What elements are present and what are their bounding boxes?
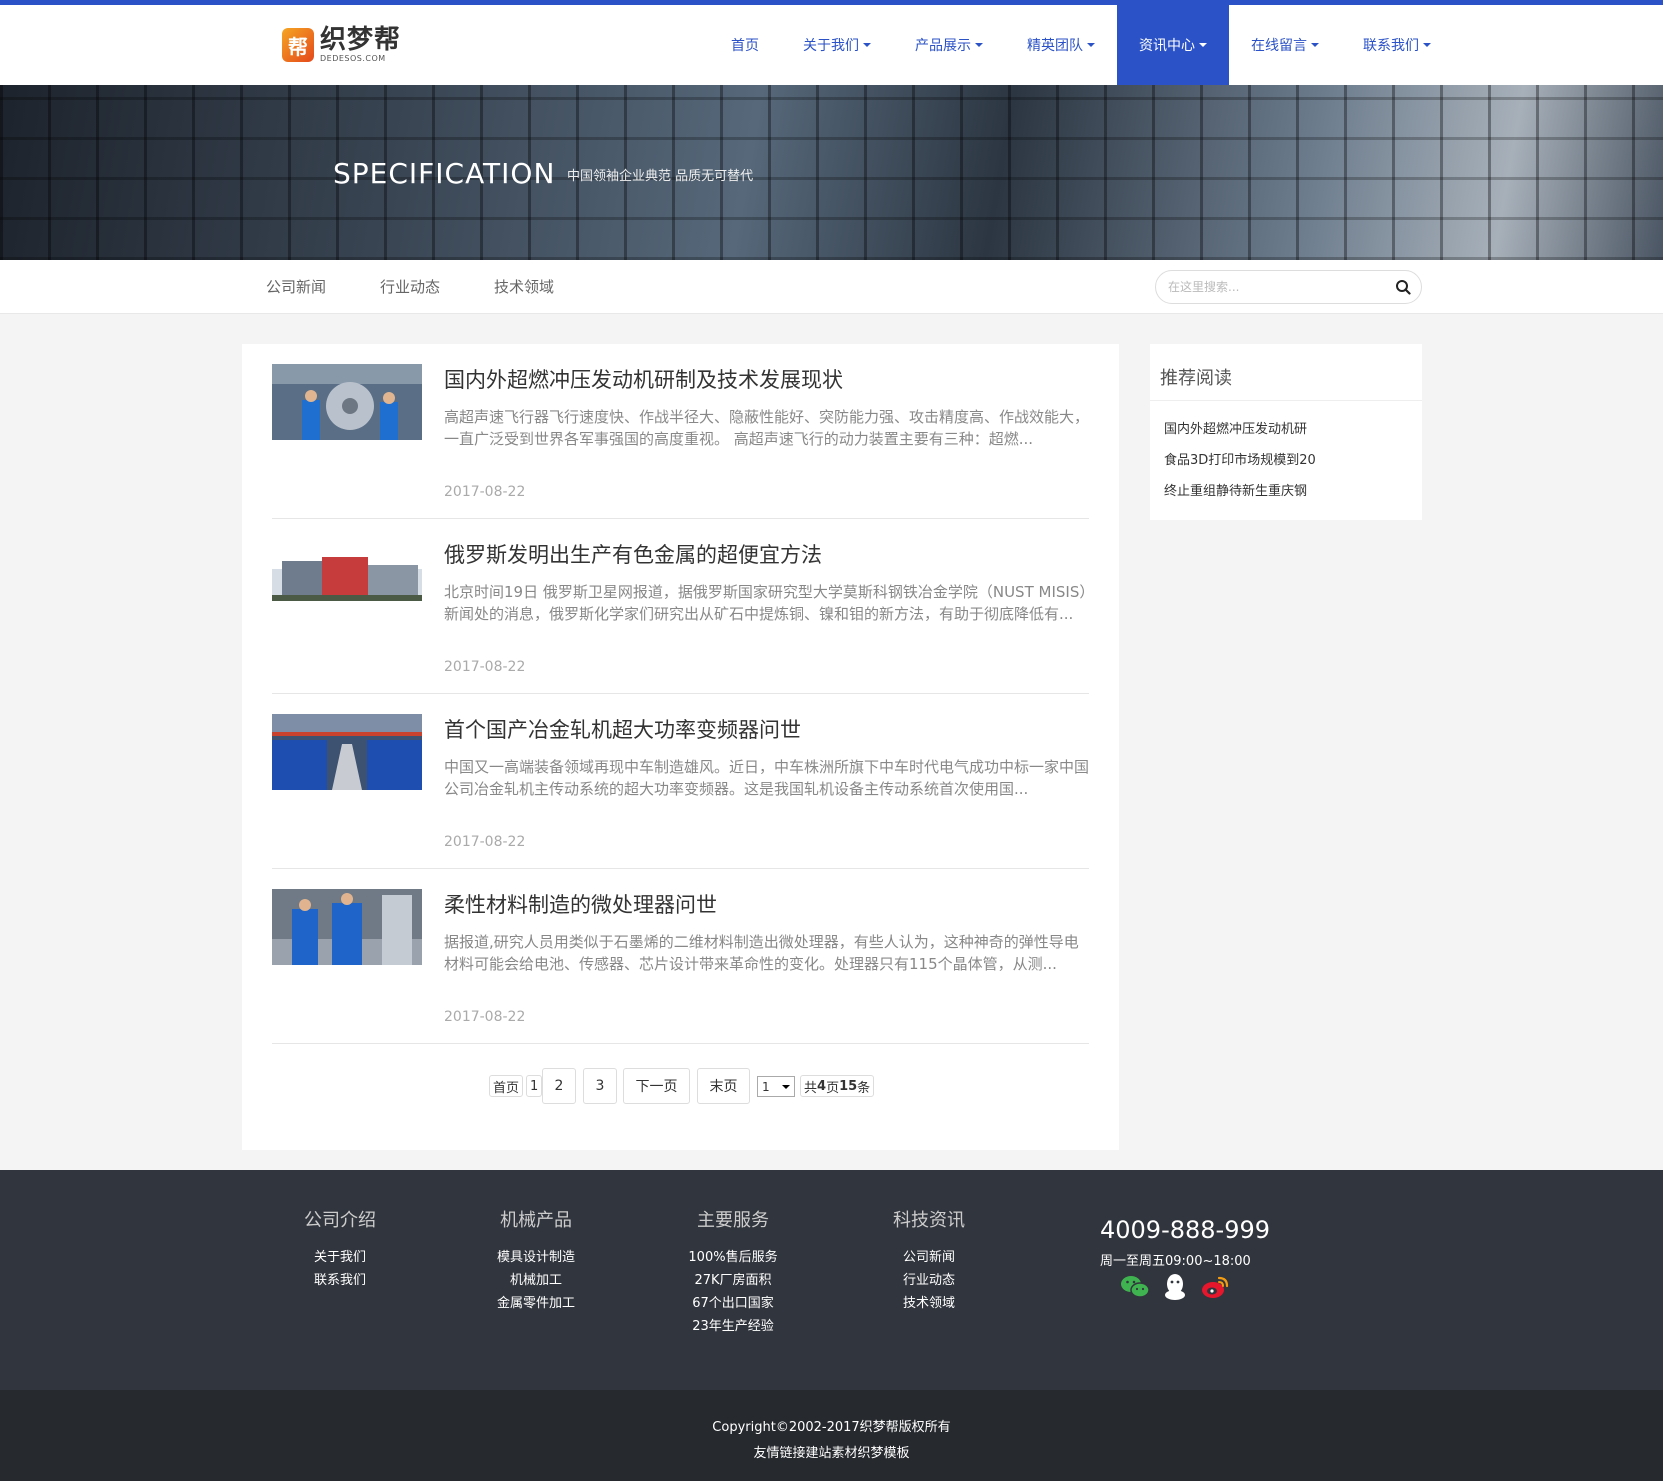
pager-next[interactable]: 下一页 bbox=[623, 1068, 690, 1104]
footer-col-services: 主要服务 100%售后服务 27K厂房面积 67个出口国家 23年生产经验 bbox=[653, 1206, 813, 1338]
pager-page-2[interactable]: 2 bbox=[542, 1068, 576, 1104]
footer-link[interactable]: 100%售后服务 bbox=[653, 1246, 813, 1269]
subnav-tech-field[interactable]: 技术领域 bbox=[494, 276, 554, 297]
sidebar-link[interactable]: 国内外超燃冲压发动机研 bbox=[1164, 418, 1307, 437]
chevron-down-icon bbox=[863, 43, 871, 47]
footer-link[interactable]: 联系我们 bbox=[260, 1269, 420, 1292]
article-title[interactable]: 柔性材料制造的微处理器问世 bbox=[444, 889, 717, 919]
article-title[interactable]: 俄罗斯发明出生产有色金属的超便宜方法 bbox=[444, 539, 822, 569]
logo-mark-icon: 帮 bbox=[282, 28, 314, 62]
chevron-down-icon bbox=[1199, 43, 1207, 47]
weibo-icon[interactable] bbox=[1200, 1272, 1230, 1302]
footer-col-tech-news: 科技资讯 公司新闻 行业动态 技术领域 bbox=[849, 1206, 1009, 1315]
social-links bbox=[1120, 1272, 1230, 1302]
article-date: 2017-08-22 bbox=[444, 484, 526, 500]
category-subnav: 公司新闻 行业动态 技术领域 bbox=[0, 260, 1663, 314]
friend-links: 友情链接建站素材织梦模板 bbox=[0, 1442, 1663, 1461]
chevron-down-icon bbox=[782, 1085, 790, 1089]
footer-link[interactable]: 27K厂房面积 bbox=[653, 1269, 813, 1292]
pager-last[interactable]: 末页 bbox=[697, 1068, 750, 1104]
footer-link[interactable]: 23年生产经验 bbox=[653, 1315, 813, 1338]
friend-link[interactable]: 织梦模板 bbox=[858, 1446, 910, 1461]
nav-news-center[interactable]: 资讯中心 bbox=[1117, 5, 1229, 85]
logo-name: 织梦帮 bbox=[320, 25, 402, 55]
article-date: 2017-08-22 bbox=[444, 1009, 526, 1025]
contact-phone: 4009-888-999 bbox=[1100, 1216, 1271, 1244]
footer-link[interactable]: 模具设计制造 bbox=[456, 1246, 616, 1269]
pager-current-page: 1 bbox=[526, 1075, 543, 1097]
article-thumbnail[interactable] bbox=[272, 364, 422, 440]
site-logo[interactable]: 帮 织梦帮 DEDESOS.COM bbox=[282, 25, 401, 65]
list-item: 首个国产冶金轧机超大功率变频器问世 中国又一高端装备领域再现中车制造雄风。近日，… bbox=[272, 694, 1089, 869]
site-header: 帮 织梦帮 DEDESOS.COM 首页 关于我们 产品展示 精英团队 资讯中心… bbox=[0, 5, 1663, 85]
search-box bbox=[1155, 270, 1422, 304]
article-list-panel: 国内外超燃冲压发动机研制及技术发展现状 高超声速飞行器飞行速度快、作战半径大、隐… bbox=[242, 344, 1119, 1150]
article-title[interactable]: 首个国产冶金轧机超大功率变频器问世 bbox=[444, 714, 801, 744]
article-date: 2017-08-22 bbox=[444, 659, 526, 675]
pager-page-select[interactable]: 1 bbox=[757, 1076, 795, 1097]
wechat-icon[interactable] bbox=[1120, 1272, 1150, 1302]
nav-message[interactable]: 在线留言 bbox=[1229, 5, 1341, 85]
friend-link[interactable]: 建站素材 bbox=[805, 1446, 857, 1461]
footer-col-heading: 机械产品 bbox=[500, 1210, 572, 1231]
article-thumbnail[interactable] bbox=[272, 539, 422, 615]
banner-subtitle: 中国领袖企业典范 品质无可替代 bbox=[567, 169, 754, 184]
footer-col-heading: 科技资讯 bbox=[893, 1210, 965, 1231]
sidebar-link[interactable]: 食品3D打印市场规模到20 bbox=[1164, 449, 1316, 468]
article-thumbnail[interactable] bbox=[272, 889, 422, 965]
pager-page-3[interactable]: 3 bbox=[583, 1068, 617, 1104]
business-hours: 周一至周五09:00~18:00 bbox=[1100, 1254, 1251, 1269]
article-summary: 高超声速飞行器飞行速度快、作战半径大、隐蔽性能好、突防能力强、攻击精度高、作战效… bbox=[444, 408, 1089, 448]
subnav-company-news[interactable]: 公司新闻 bbox=[266, 276, 326, 297]
article-date: 2017-08-22 bbox=[444, 834, 526, 850]
footer-link[interactable]: 67个出口国家 bbox=[653, 1292, 813, 1315]
copyright-text: Copyright©2002-2017织梦帮版权所有 bbox=[712, 1420, 951, 1435]
chevron-down-icon bbox=[1311, 43, 1319, 47]
article-thumbnail[interactable] bbox=[272, 714, 422, 790]
nav-about[interactable]: 关于我们 bbox=[781, 5, 893, 85]
recommended-sidebar: 推荐阅读 国内外超燃冲压发动机研 食品3D打印市场规模到20 终止重组静待新生重… bbox=[1150, 344, 1422, 520]
article-title[interactable]: 国内外超燃冲压发动机研制及技术发展现状 bbox=[444, 364, 843, 394]
footer-col-products: 机械产品 模具设计制造 机械加工 金属零件加工 bbox=[456, 1206, 616, 1315]
divider bbox=[1150, 400, 1422, 401]
article-summary: 中国又一高端装备领域再现中车制造雄风。近日，中车株洲所旗下中车时代电气成功中标一… bbox=[444, 758, 1089, 798]
chevron-down-icon bbox=[1423, 43, 1431, 47]
sidebar-link[interactable]: 终止重组静待新生重庆钢 bbox=[1164, 480, 1307, 499]
list-item: 俄罗斯发明出生产有色金属的超便宜方法 北京时间19日 俄罗斯卫星网报道，据俄罗斯… bbox=[272, 519, 1089, 694]
footer-link[interactable]: 金属零件加工 bbox=[456, 1292, 616, 1315]
footer-link[interactable]: 行业动态 bbox=[849, 1269, 1009, 1292]
footer-col-heading: 主要服务 bbox=[697, 1210, 769, 1231]
chevron-down-icon bbox=[975, 43, 983, 47]
footer-link[interactable]: 公司新闻 bbox=[849, 1246, 1009, 1269]
footer-col-company: 公司介绍 关于我们 联系我们 bbox=[260, 1206, 420, 1292]
list-item: 柔性材料制造的微处理器问世 据报道,研究人员用类似于石墨烯的二维材料制造出微处理… bbox=[272, 869, 1089, 1044]
page-banner: SPECIFICATION 中国领袖企业典范 品质无可替代 bbox=[0, 85, 1663, 260]
search-icon[interactable] bbox=[1395, 279, 1411, 295]
friend-links-label: 友情链接 bbox=[753, 1446, 806, 1461]
banner-title: SPECIFICATION bbox=[333, 157, 556, 190]
logo-subtitle: DEDESOS.COM bbox=[320, 54, 386, 63]
pager-first[interactable]: 首页 bbox=[489, 1075, 524, 1097]
pager-summary: 共 4 页 15 条 bbox=[800, 1075, 875, 1097]
footer-link[interactable]: 技术领域 bbox=[849, 1292, 1009, 1315]
nav-contact[interactable]: 联系我们 bbox=[1341, 5, 1453, 85]
article-summary: 北京时间19日 俄罗斯卫星网报道，据俄罗斯国家研究型大学莫斯科钢铁冶金学院（NU… bbox=[444, 583, 1087, 623]
nav-team[interactable]: 精英团队 bbox=[1005, 5, 1117, 85]
pagination: 首页 1 2 3 下一页 末页 1 共 4 页 15 条 bbox=[242, 1068, 1119, 1104]
qq-icon[interactable] bbox=[1160, 1272, 1190, 1302]
search-input[interactable] bbox=[1168, 277, 1388, 297]
main-nav: 首页 关于我们 产品展示 精英团队 资讯中心 在线留言 联系我们 bbox=[709, 5, 1453, 85]
list-item: 国内外超燃冲压发动机研制及技术发展现状 高超声速飞行器飞行速度快、作战半径大、隐… bbox=[272, 344, 1089, 519]
site-footer: 公司介绍 关于我们 联系我们 机械产品 模具设计制造 机械加工 金属零件加工 主… bbox=[0, 1170, 1663, 1390]
article-summary: 据报道,研究人员用类似于石墨烯的二维材料制造出微处理器，有些人认为，这种神奇的弹… bbox=[444, 933, 1079, 973]
subnav-industry-news[interactable]: 行业动态 bbox=[380, 276, 440, 297]
footer-col-heading: 公司介绍 bbox=[304, 1210, 376, 1231]
footer-link[interactable]: 机械加工 bbox=[456, 1269, 616, 1292]
sidebar-title: 推荐阅读 bbox=[1160, 368, 1232, 389]
nav-products[interactable]: 产品展示 bbox=[893, 5, 1005, 85]
copyright-bar: Copyright©2002-2017织梦帮版权所有 友情链接建站素材织梦模板 bbox=[0, 1390, 1663, 1481]
chevron-down-icon bbox=[1087, 43, 1095, 47]
footer-link[interactable]: 关于我们 bbox=[260, 1246, 420, 1269]
nav-home[interactable]: 首页 bbox=[709, 5, 781, 85]
